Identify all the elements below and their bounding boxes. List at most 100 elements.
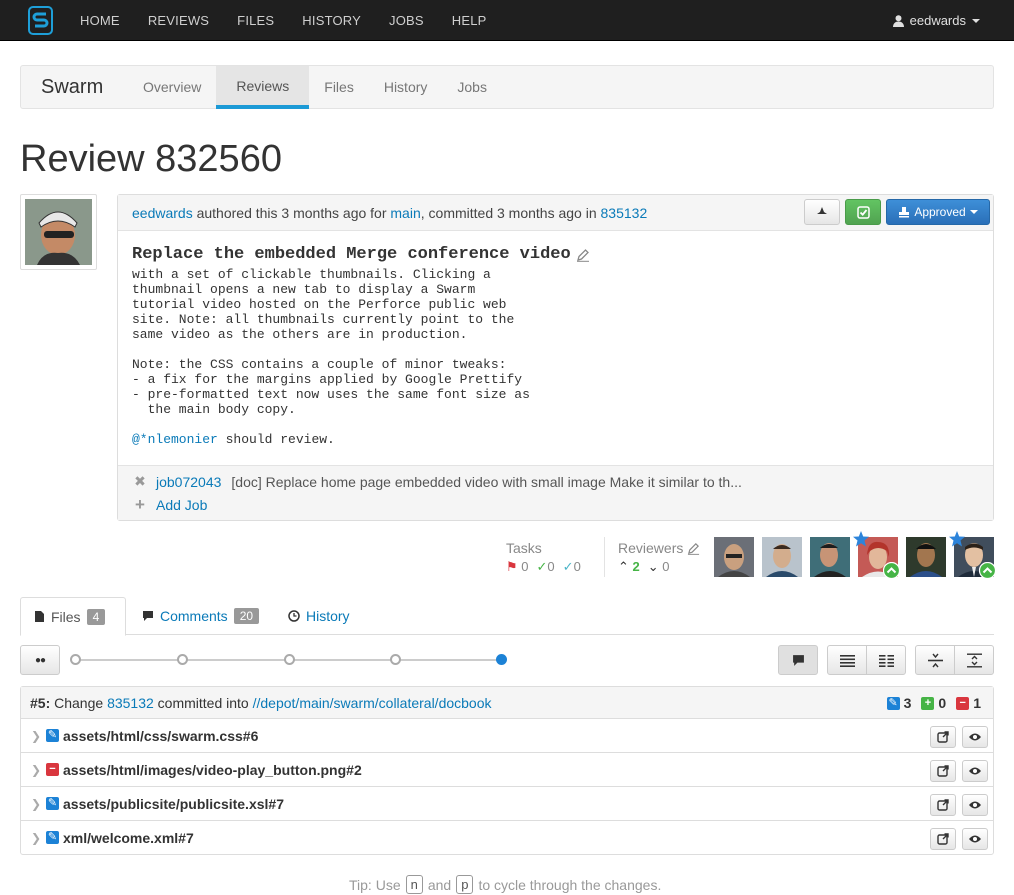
open-file-button[interactable] (930, 828, 956, 850)
file-name[interactable]: assets/html/images/video-play_button.png… (63, 753, 362, 787)
share-icon (937, 799, 949, 811)
version-dot[interactable] (70, 654, 81, 665)
approved-badge-icon (979, 562, 996, 579)
columns-icon (878, 654, 894, 667)
chevron-down-icon (969, 210, 978, 214)
tab-overview[interactable]: Overview (128, 66, 216, 109)
view-file-button[interactable] (962, 794, 988, 816)
tab-history[interactable]: History (369, 66, 443, 109)
version-dot[interactable] (284, 654, 295, 665)
tasks-summary: Tasks ⚑ 0 ✓0 ✓0 (506, 540, 581, 575)
file-name[interactable]: xml/welcome.xml#7 (63, 821, 194, 855)
mention-line: @*nlemonier should review. (132, 432, 590, 447)
divider (604, 537, 605, 577)
addressed-tasks[interactable]: ✓0 (537, 559, 555, 575)
open-file-button[interactable] (930, 760, 956, 782)
minus-icon: − (46, 763, 59, 776)
pin-icon (817, 207, 827, 217)
chevron-right-icon[interactable]: ❯ (31, 787, 41, 821)
inline-diff-button[interactable] (827, 645, 867, 675)
view-file-button[interactable] (962, 760, 988, 782)
tab-files[interactable]: Files 4 (20, 597, 126, 636)
version-dot[interactable] (177, 654, 188, 665)
added-count-value: 0 (938, 695, 947, 711)
version-dot-current[interactable] (496, 654, 507, 665)
file-name[interactable]: assets/publicsite/publicsite.xsl#7 (63, 787, 284, 821)
version-dot[interactable] (390, 654, 401, 665)
pencil-icon[interactable] (576, 248, 590, 262)
reviewer-avatar[interactable] (714, 537, 754, 577)
file-row[interactable]: ❯ ✎ assets/html/css/swarm.css#6 (21, 719, 993, 753)
pencil-icon: ✎ (46, 729, 59, 742)
chevron-right-icon[interactable]: ❯ (31, 753, 41, 787)
file-name[interactable]: assets/html/css/swarm.css#6 (63, 719, 258, 753)
file-icon (35, 611, 44, 622)
change-id-link[interactable]: 835132 (107, 695, 154, 711)
review-state-button[interactable]: Approved (886, 199, 990, 225)
mention-link[interactable]: @*nlemonier (132, 432, 218, 447)
file-row[interactable]: ❯ ✎ xml/welcome.xml#7 (21, 821, 993, 855)
depot-path-link[interactable]: //depot/main/swarm/collateral/docbook (253, 695, 492, 711)
minus-icon: − (956, 696, 970, 710)
chevron-right-icon[interactable]: ❯ (31, 719, 41, 753)
toggle-comments-button[interactable] (778, 645, 818, 675)
tip-suffix: to cycle through the changes. (478, 876, 662, 893)
expand-context-button[interactable] (954, 645, 994, 675)
nav-files[interactable]: FILES (223, 0, 288, 41)
added-count: +0 (921, 687, 946, 719)
compare-mode-button[interactable]: ●● (20, 645, 60, 675)
branch-link[interactable]: main (390, 205, 420, 221)
open-file-button[interactable] (930, 726, 956, 748)
pencil-icon: ✎ (46, 797, 59, 810)
reviewer-avatar[interactable] (762, 537, 802, 577)
add-job-link[interactable]: Add Job (156, 497, 207, 513)
share-icon (937, 731, 949, 743)
nav-jobs[interactable]: JOBS (375, 0, 438, 41)
tab-reviews[interactable]: Reviews (216, 66, 310, 109)
reviewer-avatar[interactable] (906, 537, 946, 577)
eye-icon (969, 835, 981, 843)
nav-reviews[interactable]: REVIEWS (134, 0, 223, 41)
author-avatar[interactable] (20, 194, 97, 270)
file-row[interactable]: ❯ ✎ assets/publicsite/publicsite.xsl#7 (21, 787, 993, 821)
review-panel: eedwards authored this 3 months ago for … (117, 194, 994, 521)
job-link[interactable]: job072043 (156, 474, 221, 490)
tab-jobs[interactable]: Jobs (442, 66, 502, 109)
tab-history[interactable]: History (288, 597, 350, 635)
change-word: Change (54, 695, 104, 711)
remove-job-icon[interactable]: ✖ (134, 473, 146, 490)
nav-history[interactable]: HISTORY (288, 0, 375, 41)
change-stats: ✎ 3 +0 −1 (886, 687, 981, 719)
pencil-icon[interactable] (687, 542, 700, 555)
project-name[interactable]: Swarm (41, 66, 103, 108)
user-menu[interactable]: eedwards (892, 0, 980, 41)
plus-icon: + (921, 696, 935, 710)
ignore-whitespace-button[interactable] (915, 645, 955, 675)
list-icon (839, 654, 855, 667)
history-tab-label: History (306, 608, 350, 624)
nav-home[interactable]: HOME (66, 0, 134, 41)
tip-and: and (427, 876, 452, 893)
side-by-side-diff-button[interactable] (866, 645, 906, 675)
verified-tasks[interactable]: ✓0 (563, 559, 581, 575)
view-file-button[interactable] (962, 828, 988, 850)
notify-button[interactable] (804, 199, 840, 225)
change-link[interactable]: 835132 (601, 205, 648, 221)
approved-badge-icon (883, 562, 900, 579)
tab-files[interactable]: Files (309, 66, 369, 109)
review-state-label: Approved (914, 205, 966, 219)
open-tasks[interactable]: ⚑ 0 (506, 559, 529, 575)
reviewer-avatar[interactable] (810, 537, 850, 577)
add-job-row[interactable]: + Add Job (134, 495, 207, 515)
chevron-right-icon[interactable]: ❯ (31, 821, 41, 855)
top-navbar: HOME REVIEWS FILES HISTORY JOBS HELP eed… (0, 0, 1014, 41)
nav-help[interactable]: HELP (438, 0, 501, 41)
author-link[interactable]: eedwards (132, 205, 193, 221)
review-body: with a set of clickable thumbnails. Clic… (132, 267, 530, 417)
view-file-button[interactable] (962, 726, 988, 748)
swarm-logo-icon[interactable] (28, 6, 53, 35)
approve-button[interactable] (845, 199, 881, 225)
tab-comments[interactable]: Comments 20 (142, 597, 260, 635)
file-row[interactable]: ❯ − assets/html/images/video-play_button… (21, 753, 993, 787)
open-file-button[interactable] (930, 794, 956, 816)
